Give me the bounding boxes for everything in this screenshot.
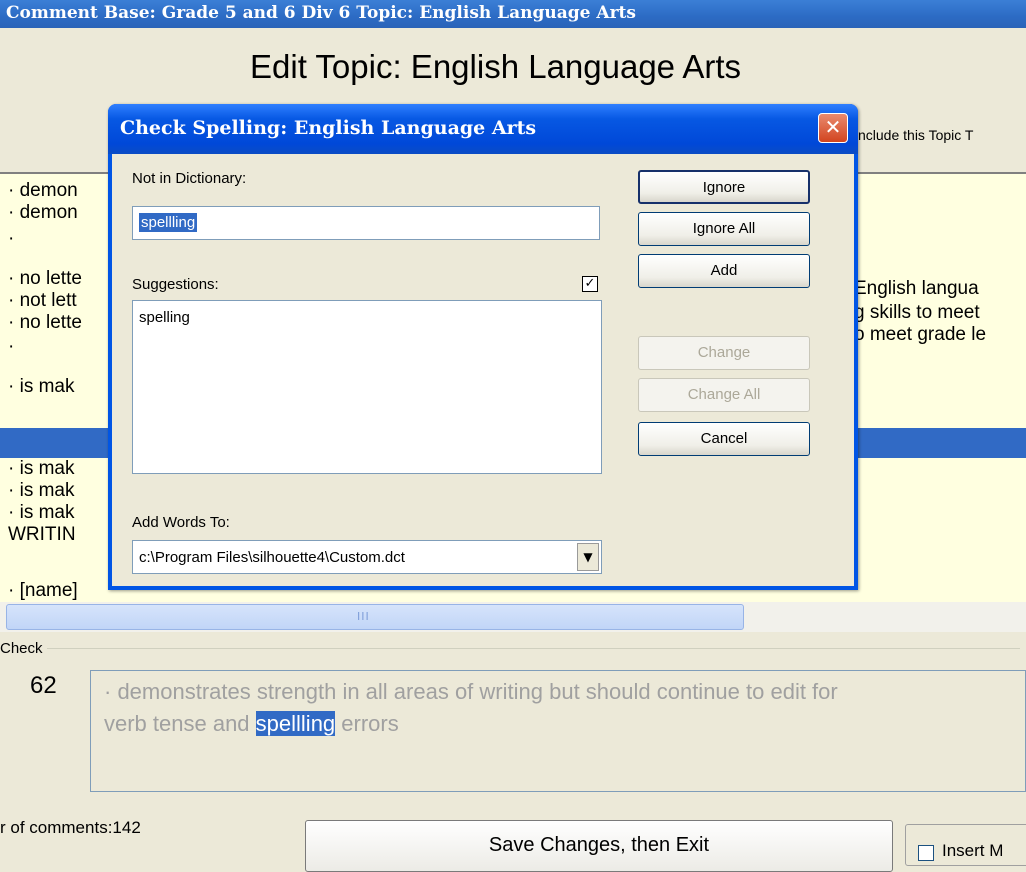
dialog-body: Not in Dictionary: spellling Suggestions… [112, 154, 854, 586]
ignore-all-button[interactable]: Ignore All [638, 212, 810, 246]
list-item[interactable]: · [8, 336, 14, 358]
list-item[interactable]: · not lett [8, 290, 77, 312]
misspelled-word-highlight: spellling [255, 711, 336, 736]
close-icon[interactable]: ✕ [818, 113, 848, 143]
add-words-label: Add Words To: [132, 514, 230, 531]
check-text-line1: · demonstrates strength in all areas of … [104, 679, 838, 704]
list-item-fragment[interactable]: o meet grade le [854, 324, 986, 346]
list-item-fragment[interactable]: English langua [854, 278, 979, 300]
list-item[interactable]: · [name] [8, 580, 78, 602]
list-item-fragment[interactable]: g skills to meet [854, 302, 980, 324]
not-in-dictionary-label: Not in Dictionary: [132, 170, 247, 187]
list-item[interactable]: · is mak [8, 376, 75, 398]
page-title: Edit Topic: English Language Arts [250, 48, 742, 85]
spell-check-dialog: Check Spelling: English Language Arts ✕ … [108, 104, 858, 590]
suggestion-item[interactable]: spelling [139, 309, 190, 326]
ignore-button[interactable]: Ignore [638, 170, 810, 204]
comment-count: r of comments:142 [0, 818, 141, 837]
check-text[interactable]: · demonstrates strength in all areas of … [104, 676, 1024, 740]
save-exit-button[interactable]: Save Changes, then Exit [305, 820, 893, 872]
check-text-tail: errors [335, 711, 399, 736]
include-topic-label[interactable]: nclude this Topic T [858, 127, 973, 143]
list-item[interactable]: WRITIN [8, 524, 76, 546]
suggestions-list[interactable]: spelling [132, 300, 602, 474]
list-item[interactable]: · no lette [8, 312, 82, 334]
list-item[interactable]: · is mak [8, 458, 75, 480]
check-legend: Check [0, 640, 47, 657]
dialog-title: Check Spelling: English Language Arts [120, 117, 537, 139]
chevron-down-icon[interactable]: ▼ [577, 543, 599, 571]
list-item[interactable]: · is mak [8, 480, 75, 502]
suggestions-label: Suggestions: [132, 276, 219, 293]
list-item[interactable]: · no lette [8, 268, 82, 290]
horizontal-scrollbar[interactable]: III [0, 602, 1026, 632]
grip-icon: III [357, 610, 370, 623]
insert-checkbox[interactable] [918, 845, 934, 861]
add-words-value: c:\Program Files\silhouette4\Custom.dct [139, 549, 405, 566]
add-button[interactable]: Add [638, 254, 810, 288]
insert-label: Insert M [942, 841, 1004, 860]
cancel-button[interactable]: Cancel [638, 422, 810, 456]
list-item[interactable]: · is mak [8, 502, 75, 524]
list-item[interactable]: · demon [8, 180, 78, 202]
check-text-line2: verb tense and [104, 711, 256, 736]
list-item[interactable]: · [8, 228, 14, 250]
comment-number: 62 [30, 672, 57, 699]
suggestions-checkbox[interactable]: ✓ [582, 276, 598, 292]
not-in-dictionary-value: spellling [139, 213, 198, 232]
change-all-button[interactable]: Change All [638, 378, 810, 412]
add-words-dropdown[interactable]: c:\Program Files\silhouette4\Custom.dct … [132, 540, 602, 574]
not-in-dictionary-field[interactable]: spellling [132, 206, 600, 240]
dialog-titlebar[interactable]: Check Spelling: English Language Arts ✕ [108, 104, 858, 154]
list-item[interactable]: · demon [8, 202, 78, 224]
scrollbar-thumb[interactable]: III [6, 604, 744, 630]
change-button[interactable]: Change [638, 336, 810, 370]
window-title: Comment Base: Grade 5 and 6 Div 6 Topic:… [0, 0, 1026, 28]
